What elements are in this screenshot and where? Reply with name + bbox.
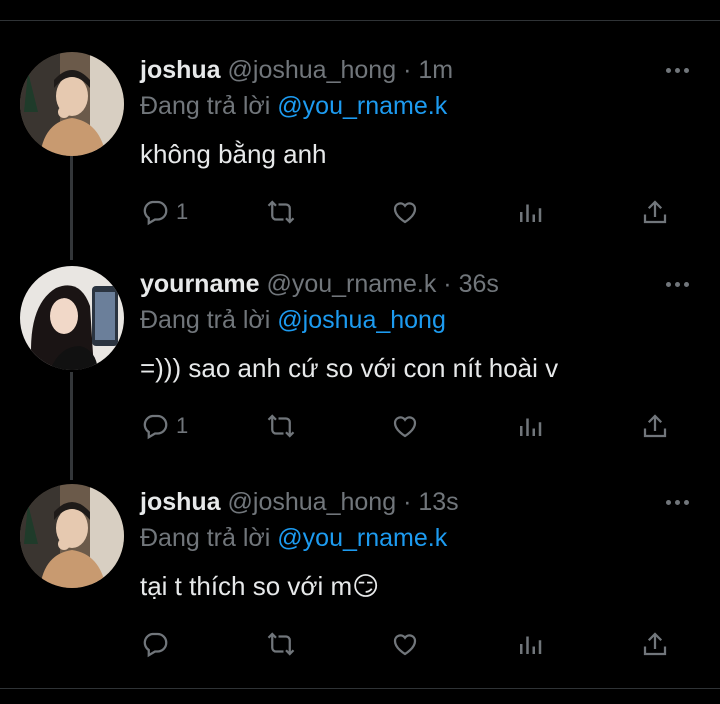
- analytics-icon: [520, 418, 542, 436]
- avatar-joshua[interactable]: [20, 484, 124, 588]
- share-icon: [643, 632, 667, 656]
- retweet-button[interactable]: [266, 626, 296, 662]
- reply-icon: [143, 632, 168, 658]
- heart-icon: [393, 416, 417, 438]
- reply-count: 1: [176, 413, 189, 438]
- reply-button[interactable]: 1: [140, 194, 188, 230]
- tweet-text: tại t thích so với m😏: [140, 571, 380, 601]
- user-handle[interactable]: @joshua_hong: [228, 56, 397, 84]
- more-icon[interactable]: [664, 274, 692, 294]
- retweet-button[interactable]: [266, 408, 296, 444]
- replying-label: Đang trả lời: [140, 524, 271, 552]
- reply-count: 1: [176, 199, 189, 224]
- views-button[interactable]: [515, 626, 545, 662]
- timestamp[interactable]: 13s: [418, 488, 458, 516]
- mention-link[interactable]: @joshua_hong: [277, 306, 446, 334]
- heart-icon: [393, 202, 417, 224]
- display-name[interactable]: joshua: [140, 488, 221, 516]
- timestamp[interactable]: 36s: [459, 270, 499, 298]
- share-button[interactable]: [640, 408, 670, 444]
- mention-link[interactable]: @you_rname.k: [277, 524, 447, 552]
- display-name[interactable]: yourname: [140, 270, 259, 298]
- top-divider: [0, 20, 720, 21]
- tweet-text: =))) sao anh cứ so với con nít hoài v: [140, 353, 559, 383]
- share-icon: [643, 414, 667, 438]
- tweet[interactable]: joshua @joshua_hong · 13s Đang trả lời @…: [0, 484, 720, 700]
- user-handle[interactable]: @joshua_hong: [228, 488, 397, 516]
- retweet-button[interactable]: [266, 194, 296, 230]
- reply-icon: [143, 414, 168, 440]
- like-button[interactable]: [390, 194, 420, 230]
- tweet-text: không bằng anh: [140, 139, 327, 169]
- avatar-joshua[interactable]: [20, 52, 124, 156]
- tweet[interactable]: yourname @you_rname.k · 36s Đang trả lời…: [0, 266, 720, 482]
- share-button[interactable]: [640, 626, 670, 662]
- separator-dot: ·: [443, 270, 452, 298]
- bottom-divider: [0, 688, 720, 689]
- views-button[interactable]: [515, 408, 545, 444]
- reply-button[interactable]: [140, 626, 176, 662]
- like-button[interactable]: [390, 408, 420, 444]
- analytics-icon: [520, 636, 542, 654]
- tweet[interactable]: joshua @joshua_hong · 1m Đang trả lời @y…: [0, 52, 720, 268]
- views-button[interactable]: [515, 194, 545, 230]
- more-icon[interactable]: [664, 492, 692, 512]
- retweet-icon: [267, 414, 295, 438]
- like-button[interactable]: [390, 626, 420, 662]
- display-name[interactable]: joshua: [140, 56, 221, 84]
- retweet-icon: [267, 632, 295, 656]
- timestamp[interactable]: 1m: [418, 56, 453, 84]
- analytics-icon: [520, 204, 542, 222]
- reply-icon: [143, 200, 168, 226]
- avatar-yourname[interactable]: [20, 266, 124, 370]
- replying-label: Đang trả lời: [140, 92, 271, 120]
- more-icon[interactable]: [664, 60, 692, 80]
- mention-link[interactable]: @you_rname.k: [277, 92, 447, 120]
- retweet-icon: [267, 200, 295, 224]
- separator-dot: ·: [403, 56, 412, 84]
- separator-dot: ·: [403, 488, 412, 516]
- user-handle[interactable]: @you_rname.k: [266, 270, 436, 298]
- share-icon: [643, 200, 667, 224]
- replying-label: Đang trả lời: [140, 306, 271, 334]
- reply-button[interactable]: 1: [140, 408, 188, 444]
- share-button[interactable]: [640, 194, 670, 230]
- heart-icon: [393, 634, 417, 656]
